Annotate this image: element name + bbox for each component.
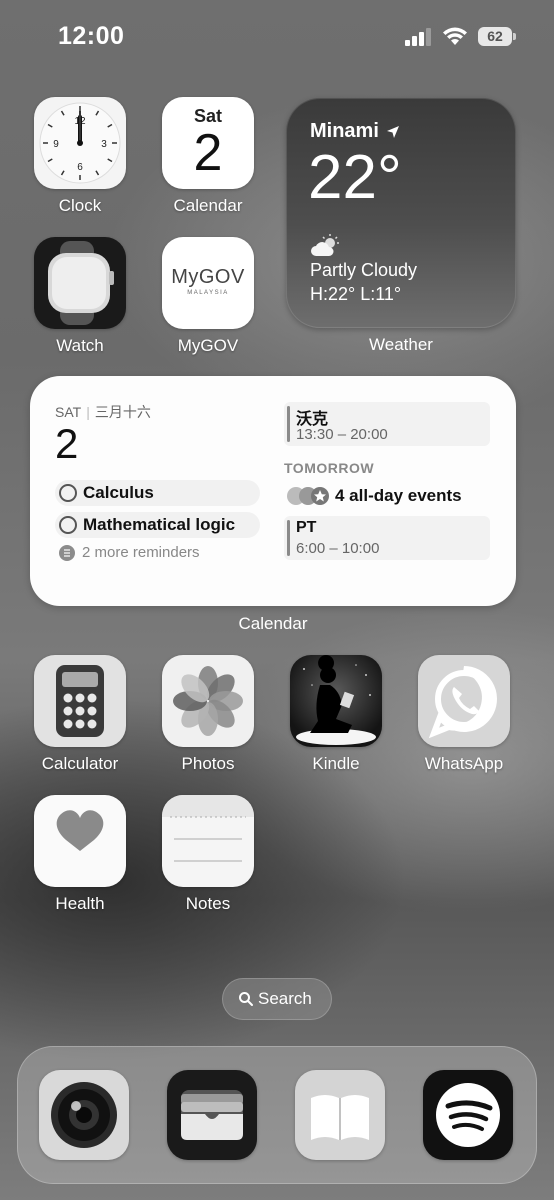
mygov-logo-icon: MyGOV MALAYSIA bbox=[162, 237, 254, 329]
app-kindle[interactable]: Kindle bbox=[290, 655, 382, 774]
all-day-events-icon bbox=[287, 487, 329, 505]
svg-text:6: 6 bbox=[77, 162, 83, 173]
app-label: Calculator bbox=[41, 754, 119, 773]
calendar-icon-date: 2 bbox=[193, 124, 223, 182]
calendar-widget-header: SAT | 三月十六 bbox=[55, 404, 151, 420]
search-label: Search bbox=[258, 989, 312, 1008]
more-reminders: 2 more reminders bbox=[82, 544, 200, 561]
photos-icon bbox=[162, 655, 254, 747]
app-label: WhatsApp bbox=[424, 754, 504, 773]
wifi-icon bbox=[443, 27, 467, 45]
reminder-checkbox[interactable] bbox=[59, 516, 77, 534]
svg-text:3: 3 bbox=[101, 139, 107, 150]
calendar-widget-date: 2 bbox=[55, 420, 79, 467]
list-icon bbox=[59, 545, 75, 561]
tomorrow-label: TOMORROW bbox=[284, 460, 375, 476]
status-time: 12:00 bbox=[58, 22, 125, 50]
svg-text:9: 9 bbox=[53, 139, 59, 150]
event-today[interactable]: 沃克 13:30 – 20:00 bbox=[284, 402, 490, 446]
weather-high-low: H:22° L:11° bbox=[310, 284, 402, 304]
weather-temperature: 22° bbox=[308, 143, 402, 212]
battery-level: 62 bbox=[478, 27, 512, 46]
whatsapp-icon bbox=[418, 655, 510, 747]
books-icon[interactable] bbox=[295, 1070, 385, 1160]
app-label: Photos bbox=[181, 754, 235, 773]
partly-cloudy-icon bbox=[311, 234, 339, 256]
reminder-item[interactable]: Mathematical logic bbox=[55, 512, 260, 538]
watch-icon bbox=[34, 237, 126, 329]
weather-city: Minami bbox=[310, 120, 400, 143]
weather-widget[interactable]: Minami 22° Partly Cloudy H:22° L:11° bbox=[286, 98, 516, 328]
app-label: Kindle bbox=[312, 754, 360, 773]
app-health[interactable]: Health bbox=[34, 795, 126, 914]
mygov-logo-sub: MALAYSIA bbox=[187, 290, 229, 296]
weather-widget-label: Weather bbox=[369, 335, 433, 354]
calendar-widget-label: Calendar bbox=[238, 614, 308, 633]
clock-icon: 12 3 6 9 bbox=[34, 97, 126, 189]
calendar-icon: Sat 2 bbox=[162, 97, 254, 189]
wallet-icon[interactable] bbox=[167, 1070, 257, 1160]
event-tomorrow[interactable]: PT 6:00 – 10:00 bbox=[284, 516, 490, 560]
app-photos[interactable]: Photos bbox=[162, 655, 254, 774]
app-label: Watch bbox=[56, 336, 104, 355]
app-clock[interactable]: 12 3 6 9 Clock bbox=[34, 97, 126, 216]
kindle-icon bbox=[290, 655, 382, 747]
calculator-icon bbox=[34, 655, 126, 747]
reminder-item[interactable]: Calculus bbox=[55, 480, 260, 506]
camera-icon[interactable] bbox=[39, 1070, 129, 1160]
calendar-widget[interactable]: SAT | 三月十六 2 Calculus Mathematical logic 2… bbox=[30, 376, 516, 606]
app-watch[interactable]: Watch bbox=[34, 237, 126, 356]
app-label: Clock bbox=[58, 196, 102, 215]
search-icon bbox=[239, 992, 253, 1006]
app-whatsapp[interactable]: WhatsApp bbox=[418, 655, 510, 774]
health-icon bbox=[34, 795, 126, 887]
search-button[interactable]: Search bbox=[222, 978, 332, 1020]
app-label: Calendar bbox=[173, 196, 243, 215]
app-label: Notes bbox=[185, 894, 231, 913]
reminder-checkbox[interactable] bbox=[59, 484, 77, 502]
app-label: MyGOV bbox=[177, 336, 239, 355]
notes-icon bbox=[162, 795, 254, 887]
app-mygov[interactable]: MyGOV MALAYSIA MyGOV bbox=[162, 237, 254, 356]
battery-indicator: 62 bbox=[478, 27, 516, 46]
dock bbox=[17, 1046, 537, 1184]
app-notes[interactable]: Notes bbox=[162, 795, 254, 914]
app-label: Health bbox=[55, 894, 105, 913]
location-arrow-icon bbox=[387, 125, 400, 138]
all-day-events: 4 all-day events bbox=[335, 486, 462, 505]
app-calendar[interactable]: Sat 2 Calendar bbox=[162, 97, 254, 216]
mygov-logo-text: MyGOV bbox=[171, 266, 245, 288]
spotify-icon[interactable] bbox=[423, 1070, 513, 1160]
cellular-signal-icon bbox=[405, 28, 431, 46]
app-calculator[interactable]: Calculator bbox=[34, 655, 126, 774]
weather-condition: Partly Cloudy bbox=[310, 260, 418, 280]
